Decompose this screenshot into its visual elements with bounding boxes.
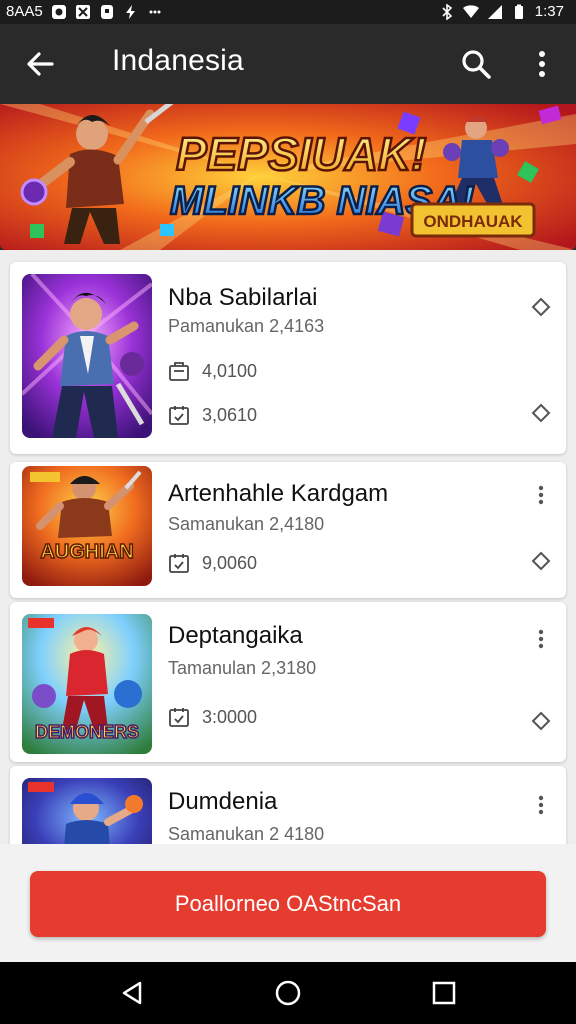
status-right: 1:37: [439, 3, 564, 20]
stat-value: 3,0610: [202, 404, 258, 425]
bottom-action-bar: Poallorneo OAStncSan: [0, 844, 576, 962]
more-vert-icon[interactable]: [530, 484, 552, 506]
record-icon: [51, 4, 66, 19]
game-subtitle: Tamanulan 2,3180: [168, 658, 317, 678]
list-item[interactable]: AUGHIAN Artenhahle Kardgam Samanukan 2,4…: [10, 462, 566, 598]
status-left: 8AA5: [6, 3, 163, 20]
game-subtitle: Pamanukan 2,4163: [168, 316, 325, 336]
promo-banner[interactable]: PEPSIUAK! MLINKB NIASA! ONDHAUAK: [0, 104, 576, 250]
flash-icon: [125, 4, 135, 19]
gallery-icon: [75, 4, 90, 19]
diamond-icon[interactable]: [530, 296, 552, 318]
thumb-caption: AUGHIAN: [40, 541, 133, 563]
game-title: Artenhahle Kardgam: [168, 480, 389, 507]
game-title: Dumdenia: [168, 788, 278, 815]
stat-row: 4,0100: [168, 360, 257, 382]
more-vert-icon[interactable]: [524, 46, 560, 82]
game-title: Nba Sabilarlai: [168, 284, 318, 311]
stat-value: 3:0000: [202, 706, 258, 727]
stat-value: 9,0060: [202, 552, 258, 573]
status-time: 1:37: [534, 3, 564, 20]
search-icon[interactable]: [458, 46, 494, 82]
wifi-icon: [462, 4, 479, 18]
game-thumbnail: [22, 274, 152, 438]
game-subtitle: Samanukan 2 4180: [168, 824, 325, 844]
stat-row: 9,0060: [168, 552, 257, 574]
more-vert-icon[interactable]: [530, 628, 552, 650]
primary-cta-button[interactable]: Poallorneo OAStncSan: [30, 871, 546, 937]
thumb-caption: DEMONERS: [35, 722, 139, 742]
banner-artwork: PEPSIUAK! MLINKB NIASA! ONDHAUAK: [0, 104, 576, 250]
stat-value: 4,0100: [202, 360, 258, 381]
banner-badge: ONDHAUAK: [423, 212, 523, 231]
list-item[interactable]: Dumdenia Samanukan 2 4180: [10, 766, 566, 844]
game-subtitle: Samanukan 2,4180: [168, 514, 325, 534]
game-thumbnail: DEMONERS: [22, 614, 152, 754]
game-list: Nba Sabilarlai Pamanukan 2,4163 4,0100 3…: [0, 250, 576, 844]
status-carrier-text: 8AA5: [6, 3, 43, 20]
home-circle-icon[interactable]: [272, 977, 304, 1009]
stat-row: 3:0000: [168, 706, 257, 728]
page-title: Indanesia: [112, 44, 244, 77]
signal-icon: [487, 4, 502, 19]
diamond-icon[interactable]: [530, 402, 552, 424]
diamond-icon[interactable]: [530, 550, 552, 572]
box-icon: [169, 362, 189, 381]
game-thumbnail: AUGHIAN: [22, 466, 152, 586]
list-item[interactable]: DEMONERS Deptangaika Tamanulan 2,3180 3:…: [10, 602, 566, 762]
diamond-icon[interactable]: [530, 710, 552, 732]
dots-icon: [149, 10, 161, 13]
back-triangle-icon[interactable]: [116, 977, 148, 1009]
app-bar: Indanesia: [0, 24, 576, 104]
calendar-check-icon: [169, 708, 189, 727]
bluetooth-icon: [442, 3, 453, 20]
game-title: Deptangaika: [168, 622, 303, 649]
notification-icon: [100, 4, 113, 19]
stat-row: 3,0610: [168, 404, 257, 426]
back-arrow-icon[interactable]: [22, 46, 58, 82]
calendar-check-icon: [169, 554, 189, 573]
status-bar: 8AA5 1:37: [0, 0, 576, 24]
banner-headline-1: PEPSIUAK!: [176, 128, 426, 180]
battery-icon: [514, 4, 523, 19]
more-vert-icon[interactable]: [530, 794, 552, 816]
recents-square-icon[interactable]: [428, 977, 460, 1009]
system-nav-bar: [0, 962, 576, 1024]
game-thumbnail: [22, 778, 152, 844]
list-item[interactable]: Nba Sabilarlai Pamanukan 2,4163 4,0100 3…: [10, 262, 566, 454]
calendar-check-icon: [169, 406, 189, 425]
